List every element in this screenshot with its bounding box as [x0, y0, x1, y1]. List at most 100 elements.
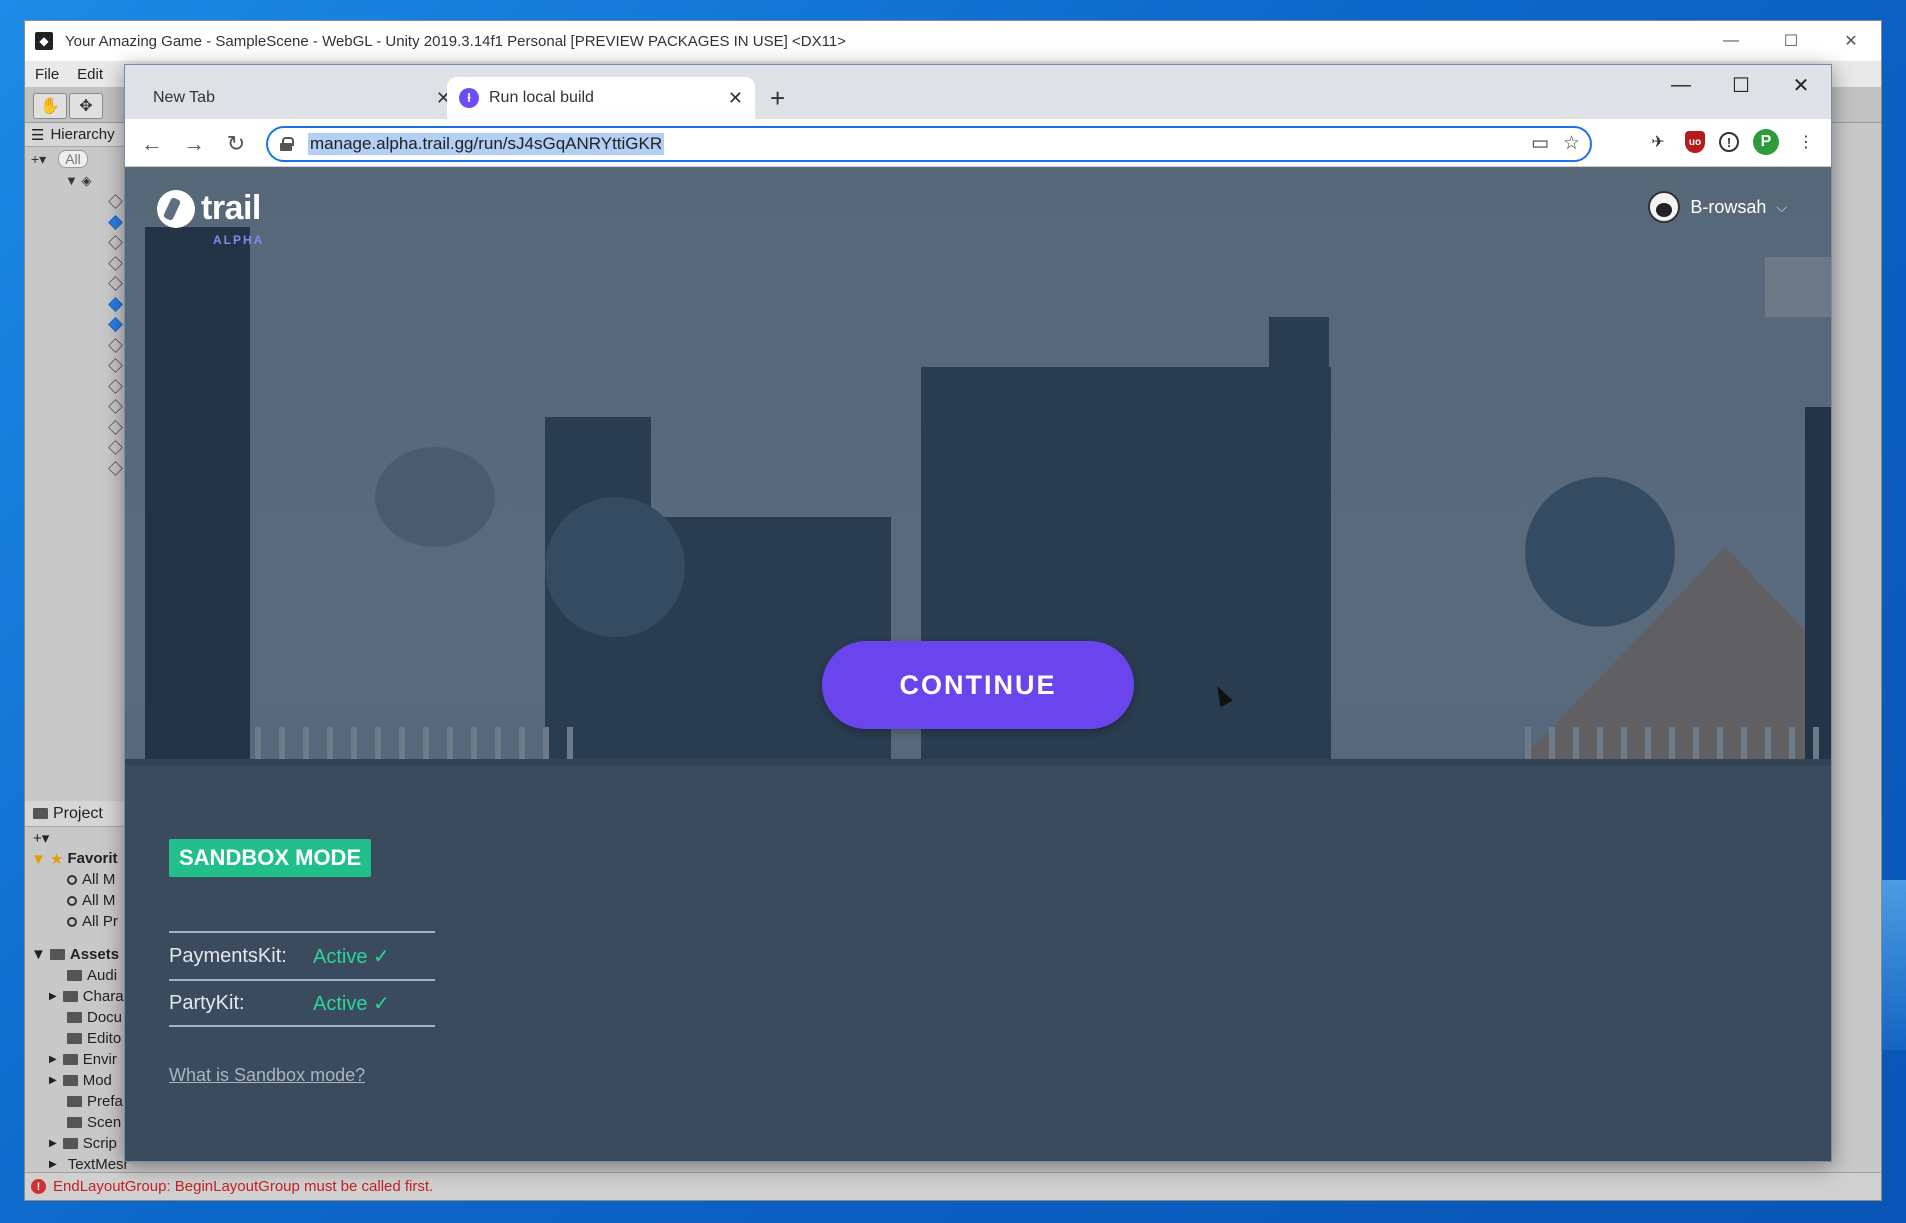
username: B-rowsah [1690, 196, 1767, 217]
kit-status-list: PaymentsKit: Active ✓ PartyKit: Active ✓ [169, 931, 435, 1027]
folder-icon [67, 1012, 82, 1023]
search-icon [67, 895, 77, 906]
scene-row[interactable]: ▼ ◈ [25, 171, 127, 192]
unity-window-controls: — ☐ ✕ [1701, 21, 1881, 61]
asset-folder[interactable]: Edito [25, 1028, 127, 1049]
trail-logo-text: trail [201, 189, 261, 227]
hierarchy-item[interactable] [25, 417, 127, 438]
minimize-icon[interactable]: — [1701, 21, 1761, 61]
favorite-item[interactable]: All Pr [25, 911, 127, 932]
folder-icon [49, 949, 65, 960]
chevron-right-icon[interactable]: ▶ [49, 1159, 57, 1170]
maximize-icon[interactable]: ☐ [1711, 65, 1771, 105]
ublock-shield-icon[interactable]: uo [1685, 131, 1705, 153]
minimize-icon[interactable]: — [1651, 65, 1711, 105]
status-message: EndLayoutGroup: BeginLayoutGroup must be… [53, 1178, 434, 1195]
lock-icon[interactable] [280, 137, 294, 151]
address-bar[interactable]: manage.alpha.trail.gg/run/sJ4sGqANRYttiG… [266, 126, 1592, 162]
hierarchy-item[interactable] [25, 192, 127, 213]
back-arrow-icon[interactable]: ← [137, 129, 167, 159]
chevron-right-icon[interactable]: ▶ [49, 1054, 57, 1065]
kit-row-party: PartyKit: Active ✓ [169, 979, 435, 1027]
prefab-icon [108, 317, 123, 333]
url-text[interactable]: manage.alpha.trail.gg/run/sJ4sGqANRYttiG… [308, 133, 665, 155]
hierarchy-item[interactable] [25, 376, 127, 397]
menu-edit[interactable]: Edit [77, 66, 103, 83]
reload-icon[interactable]: ↻ [221, 129, 251, 159]
star-icon: ▼ ★ [31, 850, 64, 868]
unity-logo-icon: ◆ [35, 32, 53, 50]
hierarchy-item[interactable] [25, 315, 127, 336]
what-is-sandbox-link[interactable]: What is Sandbox mode? [169, 1065, 365, 1086]
hierarchy-item[interactable] [25, 274, 127, 295]
profile-avatar[interactable]: P [1753, 129, 1779, 155]
asset-folder[interactable]: Audi [25, 965, 127, 986]
hierarchy-item[interactable] [25, 212, 127, 233]
info-extension-icon[interactable]: ! [1719, 132, 1739, 152]
close-icon[interactable]: ✕ [1771, 65, 1831, 105]
close-tab-icon[interactable]: ✕ [728, 88, 743, 109]
sandbox-mode-badge: SANDBOX MODE [169, 839, 372, 877]
hierarchy-item[interactable] [25, 438, 127, 459]
move-tool-icon[interactable]: ✥ [69, 93, 103, 119]
search-icon [67, 916, 77, 927]
maximize-icon[interactable]: ☐ [1761, 21, 1821, 61]
asset-folder[interactable]: Scen [25, 1112, 127, 1133]
hierarchy-item[interactable] [25, 335, 127, 356]
hierarchy-item[interactable] [25, 356, 127, 377]
favorite-item[interactable]: All M [25, 869, 127, 890]
continue-button[interactable]: CONTINUE [822, 641, 1134, 729]
gameobject-icon [108, 358, 123, 374]
forward-arrow-icon[interactable]: → [179, 129, 209, 159]
favorite-item[interactable]: All M [25, 890, 127, 911]
kit-name: PaymentsKit: [169, 944, 287, 967]
new-tab-icon[interactable]: + [770, 83, 785, 114]
hierarchy-item[interactable] [25, 397, 127, 418]
trail-logo-icon [157, 189, 195, 228]
chevron-right-icon[interactable]: ▶ [49, 1075, 57, 1086]
tab-run-local-build[interactable]: ƚ Run local build ✕ [447, 77, 755, 119]
hierarchy-item[interactable] [25, 253, 127, 274]
hierarchy-label: Hierarchy [50, 126, 115, 143]
kit-status: Active ✓ [313, 992, 390, 1015]
kebab-menu-icon[interactable]: ⋮ [1793, 129, 1819, 155]
extensions-row: ✈ uo ! P ⋮ [1645, 129, 1819, 155]
favorites-row[interactable]: ▼ ★ Favorit [25, 848, 127, 869]
chevron-right-icon[interactable]: ▶ [49, 991, 57, 1002]
star-icon[interactable]: ☆ [1563, 132, 1580, 155]
asset-folder[interactable]: ▶ Envir [25, 1049, 127, 1070]
chevron-right-icon[interactable]: ▶ [49, 1138, 57, 1149]
add-icon[interactable]: +▾ [31, 151, 46, 168]
hand-tool-icon[interactable]: ✋ [33, 93, 67, 119]
prefab-icon [108, 214, 123, 230]
gameobject-icon [108, 419, 123, 435]
asset-folder[interactable]: Docu [25, 1007, 127, 1028]
kit-name: PartyKit: [169, 991, 245, 1014]
game-viewport[interactable]: trail ALPHA B-rowsah ⌵ CONTINUE SANDBOX … [125, 167, 1831, 1161]
hierarchy-item[interactable] [25, 294, 127, 315]
project-label: Project [53, 804, 103, 822]
cast-icon[interactable]: ▭ [1531, 132, 1549, 155]
extension-icon[interactable]: ✈ [1645, 129, 1671, 155]
tab-new-tab[interactable]: New Tab ✕ [139, 77, 463, 119]
close-icon[interactable]: ✕ [1821, 21, 1881, 61]
kit-status: Active ✓ [313, 945, 390, 968]
hierarchy-item[interactable] [25, 458, 127, 479]
menu-file[interactable]: File [35, 66, 59, 83]
asset-folder[interactable]: Prefa [25, 1091, 127, 1112]
folder-icon [62, 1075, 78, 1086]
trail-logo[interactable]: trail ALPHA [157, 189, 262, 247]
hierarchy-search-input[interactable]: All [58, 150, 88, 168]
assets-row[interactable]: ▼ Assets [25, 944, 127, 965]
asset-folder[interactable]: ▶ Scrip [25, 1133, 127, 1154]
asset-folder[interactable]: ▶ Chara [25, 986, 127, 1007]
hierarchy-item[interactable] [25, 233, 127, 254]
folder-icon [67, 1033, 82, 1044]
gameobject-icon [108, 378, 123, 394]
unity-statusbar[interactable]: ! EndLayoutGroup: BeginLayoutGroup must … [25, 1172, 1881, 1200]
asset-folder[interactable]: ▶ Mod [25, 1070, 127, 1091]
folder-icon [67, 970, 82, 981]
unity-inspector-edge [1829, 123, 1881, 1183]
add-icon[interactable]: +▾ [33, 829, 49, 847]
user-menu[interactable]: B-rowsah ⌵ [1648, 191, 1787, 223]
